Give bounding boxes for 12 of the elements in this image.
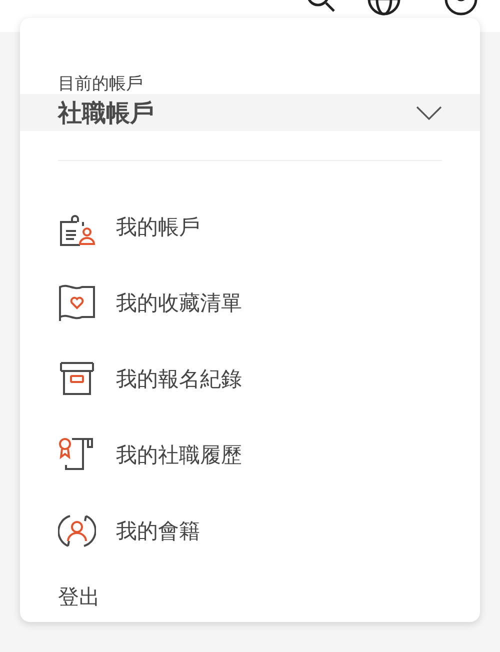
logout-link[interactable]: 登出 (58, 583, 480, 611)
menu-item[interactable]: 我的帳戶 (20, 189, 480, 265)
menu-item[interactable]: 我的社職履歷 (20, 417, 480, 493)
archive-box-icon (58, 360, 96, 398)
account-select[interactable]: 社職帳戶 (20, 94, 480, 131)
menu-item[interactable]: 我的收藏清單 (20, 265, 480, 341)
member-refresh-icon (58, 512, 96, 550)
menu-item[interactable]: 我的報名紀錄 (20, 341, 480, 417)
chevron-icon (416, 106, 442, 120)
current-account-label: 目前的帳戶 (58, 74, 144, 94)
menu-item[interactable]: 我的會籍 (20, 493, 480, 569)
flag-heart-icon (58, 284, 96, 322)
